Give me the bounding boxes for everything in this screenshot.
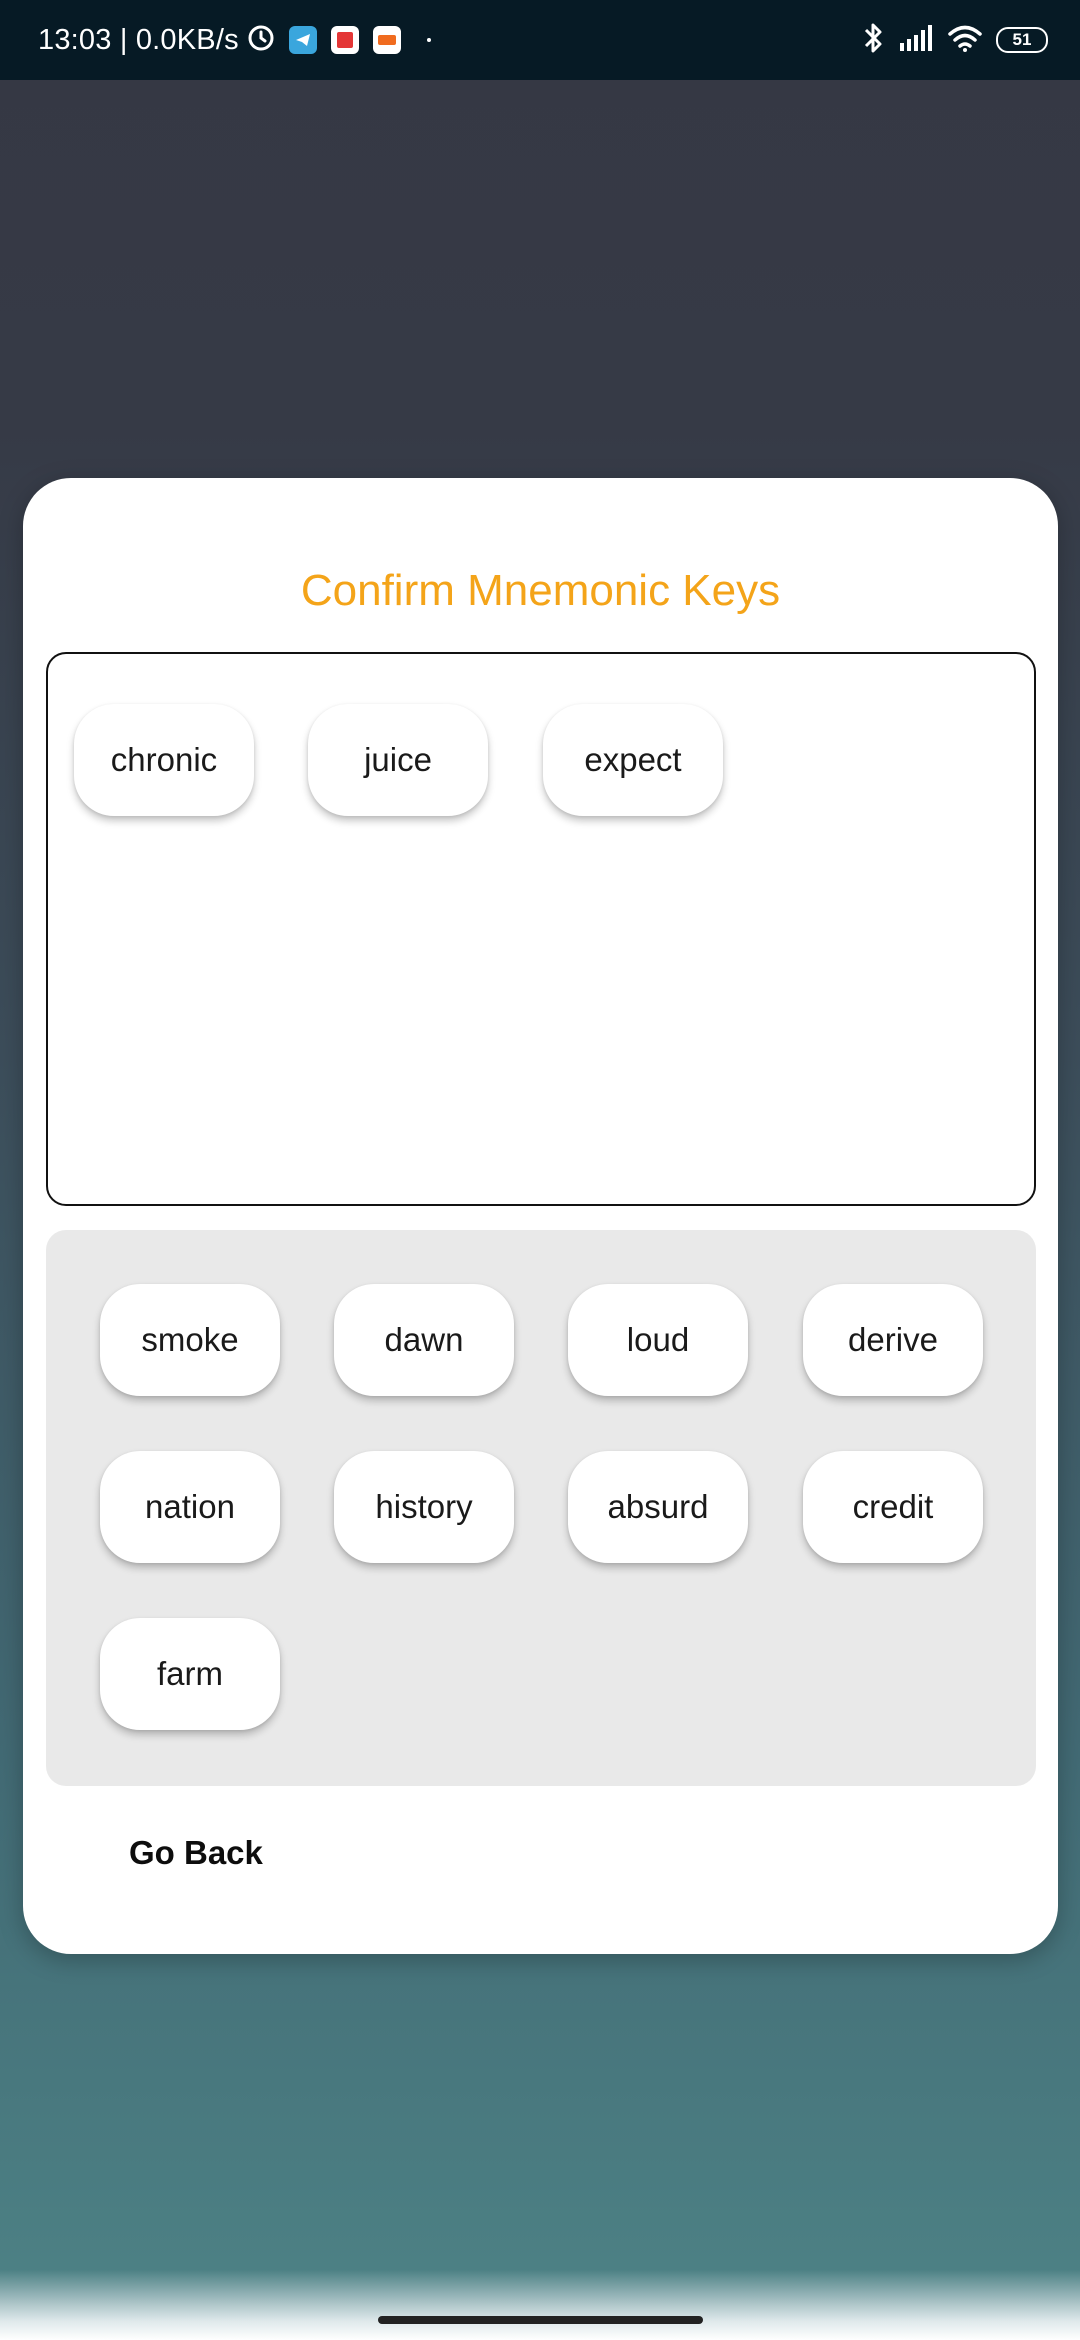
word-chip-dawn[interactable]: dawn [334, 1284, 514, 1396]
go-back-button[interactable]: Go Back [129, 1834, 263, 1872]
home-gesture-bar[interactable] [378, 2316, 703, 2324]
word-chip-credit[interactable]: credit [803, 1451, 983, 1563]
battery-icon: 51 [996, 27, 1048, 53]
bluetooth-icon [862, 21, 886, 60]
signal-icon [900, 24, 934, 56]
available-words-area: smoke dawn loud derive nation history ab… [46, 1230, 1036, 1786]
status-bar-left: 13:03 | 0.0KB/s [38, 0, 431, 80]
alarm-icon [247, 24, 275, 57]
app-icon [330, 26, 359, 54]
word-chip-farm[interactable]: farm [100, 1618, 280, 1730]
confirm-mnemonic-dialog: Confirm Mnemonic Keys chronic juice expe… [23, 478, 1058, 1954]
word-chip-derive[interactable]: derive [803, 1284, 983, 1396]
word-chip-absurd[interactable]: absurd [568, 1451, 748, 1563]
selected-word-chip[interactable]: juice [308, 704, 488, 816]
selected-words-area[interactable]: chronic juice expect [46, 652, 1036, 1206]
word-chip-loud[interactable]: loud [568, 1284, 748, 1396]
word-chip-nation[interactable]: nation [100, 1451, 280, 1563]
word-chip-smoke[interactable]: smoke [100, 1284, 280, 1396]
selected-word-chip[interactable]: expect [543, 704, 723, 816]
more-notifications-dot [426, 38, 431, 42]
telegram-icon [288, 26, 317, 54]
shop-icon [372, 26, 401, 54]
wifi-icon [948, 24, 982, 57]
selected-word-chip[interactable]: chronic [74, 704, 254, 816]
dialog-title: Confirm Mnemonic Keys [300, 566, 781, 615]
status-bar: 13:03 | 0.0KB/s 51 [0, 0, 1080, 80]
word-chip-history[interactable]: history [334, 1451, 514, 1563]
status-bar-right: 51 [862, 0, 1048, 80]
status-time: 13:03 | 0.0KB/s [38, 23, 239, 56]
